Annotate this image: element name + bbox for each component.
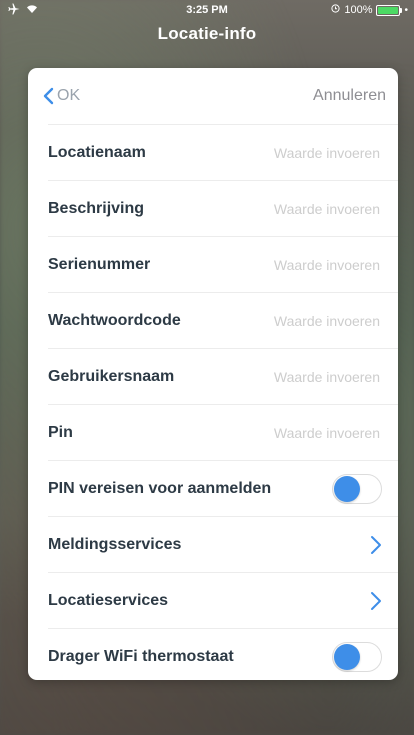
description-input[interactable] <box>228 199 382 218</box>
location-info-card: OK Annuleren Locatienaam Beschrijving Se… <box>28 68 398 680</box>
chevron-right-icon[interactable] <box>370 591 382 611</box>
link-row-notification-services[interactable]: Meldingsservices <box>48 516 398 572</box>
chevron-right-icon[interactable] <box>370 535 382 555</box>
battery-fill <box>378 6 399 14</box>
cancel-button[interactable]: Annuleren <box>313 87 386 105</box>
field-row-serial-number: Serienummer <box>48 236 398 292</box>
location-name-label: Locatienaam <box>48 143 146 161</box>
status-bar: 3:25 PM 100% • <box>0 0 414 20</box>
link-row-location-services[interactable]: Locatieservices <box>48 572 398 628</box>
passcode-label: Wachtwoordcode <box>48 311 181 329</box>
field-row-username: Gebruikersnaam <box>48 348 398 404</box>
notification-services-label: Meldingsservices <box>48 535 182 553</box>
location-services-label: Locatieservices <box>48 591 169 609</box>
field-row-description: Beschrijving <box>48 180 398 236</box>
wifi-thermostat-toggle[interactable] <box>332 641 382 672</box>
status-time: 3:25 PM <box>186 4 228 16</box>
serial-number-label: Serienummer <box>48 255 151 273</box>
toggle-knob <box>334 475 360 502</box>
page-title: Locatie-info <box>157 24 257 43</box>
field-row-pin: Pin <box>48 404 398 460</box>
ok-back-button[interactable]: OK <box>42 87 80 105</box>
pin-required-label: PIN vereisen voor aanmelden <box>48 479 272 497</box>
pin-input[interactable] <box>228 423 382 442</box>
pin-required-toggle[interactable] <box>332 473 382 504</box>
chevron-left-icon <box>42 87 54 105</box>
username-input[interactable] <box>228 367 382 386</box>
field-row-location-name: Locatienaam <box>48 124 398 180</box>
toggle-knob <box>334 643 360 670</box>
description-label: Beschrijving <box>48 199 145 217</box>
card-header: OK Annuleren <box>28 68 398 124</box>
location-name-input[interactable] <box>228 143 382 162</box>
field-row-passcode: Wachtwoordcode <box>48 292 398 348</box>
serial-number-input[interactable] <box>228 255 382 274</box>
username-label: Gebruikersnaam <box>48 367 175 385</box>
toggle-row-wifi-thermostat: Drager WiFi thermostaat <box>48 628 398 680</box>
wifi-thermostat-label: Drager WiFi thermostaat <box>48 647 234 665</box>
pin-label: Pin <box>48 423 73 441</box>
battery-icon <box>376 4 403 16</box>
ok-label: OK <box>57 87 81 104</box>
passcode-input[interactable] <box>228 311 382 330</box>
toggle-row-pin-required: PIN vereisen voor aanmelden <box>48 460 398 516</box>
